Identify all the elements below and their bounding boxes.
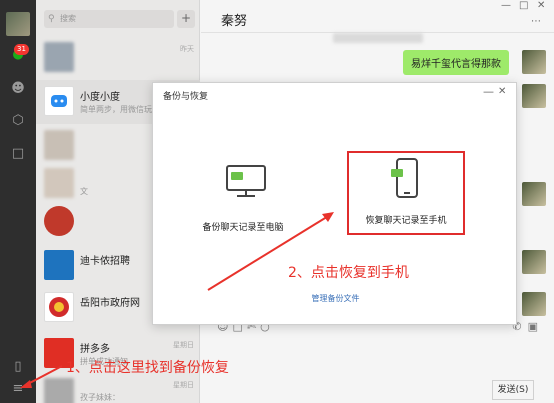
annotation-arrows xyxy=(20,212,334,388)
wechat-window: ● 31 ☻ ⬡ □ ▯ ≡ ⚲ 搜索 + 昨天 小度小度 简单两步，用微信玩转… xyxy=(0,0,554,403)
annotation-step2: 2、点击恢复到手机 xyxy=(288,265,409,281)
arrow-head-restore xyxy=(322,212,334,222)
annotation-step1: 1、点击这里找到备份恢复 xyxy=(66,360,229,376)
arrow-head-menu xyxy=(20,380,32,388)
